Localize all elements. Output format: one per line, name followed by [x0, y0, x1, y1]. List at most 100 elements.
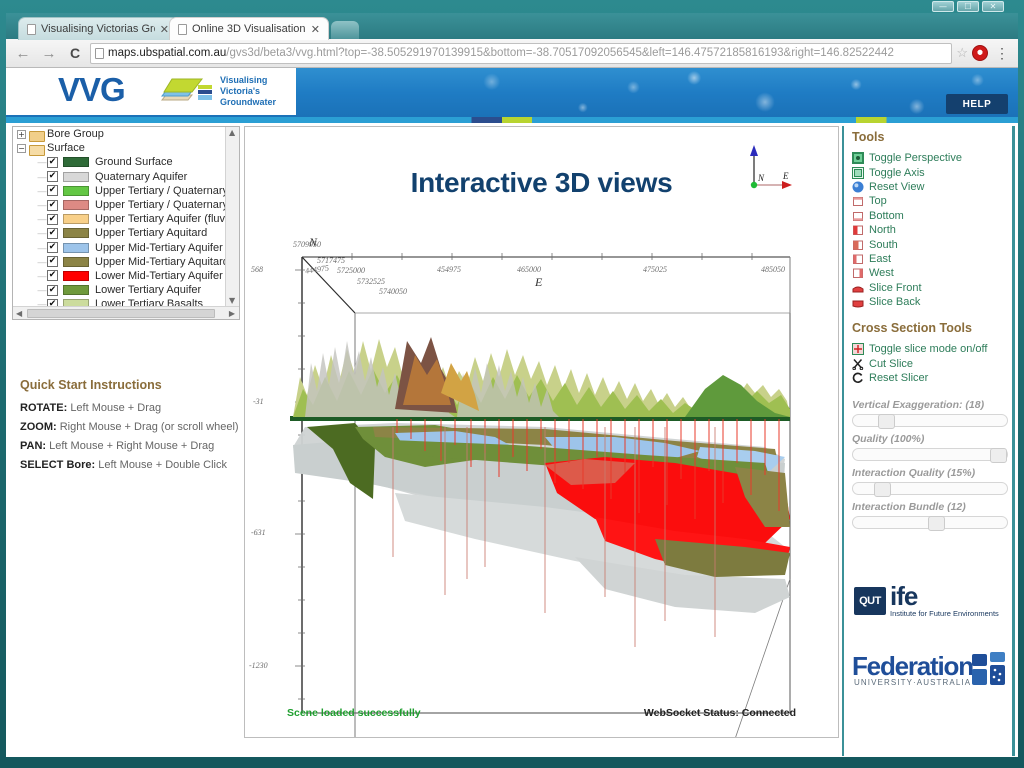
tool-item-top[interactable]: Top [852, 194, 1018, 208]
cross-section-item-cut-slice[interactable]: Cut Slice [852, 357, 1018, 371]
layer-checkbox[interactable]: ✔ [47, 156, 58, 168]
layer-tree-item[interactable]: — ✔ Upper Mid-Tertiary Aquifer [13, 241, 225, 255]
qut-badge: QUT [854, 587, 886, 615]
slider-label: Interaction Bundle (12) [852, 501, 966, 514]
scrollbar-thumb[interactable] [27, 309, 215, 318]
quick-start-value: Right Mouse + Drag (or scroll wheel) [59, 421, 239, 433]
close-button[interactable]: ✕ [982, 1, 1004, 12]
view-north-icon [852, 224, 864, 236]
layer-tree-panel[interactable]: + Bore Group − Surface — ✔ Ground Surface —… [12, 126, 240, 320]
browser-menu-icon[interactable]: ⋮ [992, 45, 1012, 62]
tool-item-east[interactable]: East [852, 252, 1018, 266]
layer-tree-item[interactable]: — ✔ Upper Tertiary / Quaternary A [13, 198, 226, 212]
quick-start-value: Left Mouse + Right Mouse + Drag [49, 440, 215, 452]
tab-close-icon[interactable]: ✕ [160, 23, 169, 36]
layer-checkbox[interactable]: ✔ [47, 242, 58, 254]
quick-start-key: ROTATE: [20, 402, 68, 414]
tool-label: Reset Slicer [869, 372, 929, 385]
scroll-left-icon[interactable]: ◀ [16, 309, 22, 318]
extension-icon[interactable] [972, 45, 988, 61]
tool-item-reset-view[interactable]: Reset View [852, 180, 1018, 194]
tool-label: West [869, 267, 894, 280]
layer-label: Quaternary Aquifer [95, 170, 188, 183]
tool-item-south[interactable]: South [852, 237, 1018, 251]
tool-item-toggle-axis[interactable]: Toggle Axis [852, 165, 1018, 179]
z-tick-label: -1230 [249, 661, 268, 670]
layer-checkbox[interactable]: ✔ [47, 171, 58, 183]
layer-color-swatch [63, 228, 89, 239]
browser-tab-1[interactable]: Online 3D Visualisation To ✕ [169, 17, 329, 40]
viewer-3d[interactable]: Interactive 3D views N E 5709950 5717475… [244, 126, 839, 738]
slider-track[interactable] [852, 414, 1008, 430]
new-tab-button[interactable] [331, 21, 359, 39]
tagline-line-1: Visualising [220, 75, 268, 85]
slider-thumb[interactable] [878, 414, 895, 430]
layer-checkbox[interactable]: ✔ [47, 199, 58, 211]
tree-node-surface[interactable]: − Surface [13, 141, 225, 156]
slider-track[interactable] [852, 482, 1008, 498]
slider-track[interactable] [852, 448, 1008, 464]
cross-section-item-reset-slicer[interactable]: Reset Slicer [852, 371, 1018, 385]
z-tick-label: 568 [251, 265, 263, 274]
x-tick-label: 475025 [643, 265, 667, 274]
reload-icon[interactable]: C [64, 42, 86, 64]
tree-connector-icon: — [37, 157, 47, 168]
layer-tree-item[interactable]: — ✔ Ground Surface [13, 155, 225, 169]
tab-close-icon[interactable]: ✕ [311, 23, 320, 36]
layer-tree-item[interactable]: — ✔ Lower Tertiary Basalts [13, 297, 225, 306]
layer-checkbox[interactable]: ✔ [47, 284, 58, 296]
browser-tab-0[interactable]: Visualising Victorias Grou ✕ [18, 17, 178, 40]
help-button[interactable]: HELP [946, 94, 1008, 114]
slider-thumb[interactable] [928, 516, 945, 532]
layer-checkbox[interactable]: ✔ [47, 270, 58, 282]
layer-checkbox[interactable]: ✔ [47, 185, 58, 197]
tool-item-west[interactable]: West [852, 266, 1018, 280]
tool-item-north[interactable]: North [852, 223, 1018, 237]
layer-tree-item[interactable]: — ✔ Upper Tertiary / Quaternary A [13, 184, 226, 198]
layer-tree-item[interactable]: — ✔ Upper Mid-Tertiary Aquitard [13, 255, 226, 269]
layer-checkbox[interactable]: ✔ [47, 213, 58, 225]
tab-title: Online 3D Visualisation To [192, 23, 306, 35]
slider-track[interactable] [852, 516, 1008, 532]
layer-tree-item[interactable]: — ✔ Lower Mid-Tertiary Aquifer [13, 269, 225, 283]
quick-start-key: SELECT Bore: [20, 459, 96, 471]
layer-tree-vertical-scrollbar[interactable]: ▲ ▼ [225, 127, 239, 306]
back-arrow-icon[interactable]: ← [12, 42, 34, 64]
scroll-right-icon[interactable]: ▶ [229, 309, 235, 318]
tool-item-slice-back[interactable]: Slice Back [852, 295, 1018, 309]
slider-thumb[interactable] [990, 448, 1007, 464]
layer-checkbox[interactable]: ✔ [47, 227, 58, 239]
scroll-down-icon[interactable]: ▼ [229, 296, 235, 305]
quick-start-instructions: Quick Start Instructions ROTATE: Left Mo… [20, 378, 260, 478]
tool-item-toggle-perspective[interactable]: Toggle Perspective [852, 151, 1018, 165]
layer-tree-item[interactable]: — ✔ Lower Tertiary Aquifer [13, 283, 225, 297]
maximize-button[interactable]: ☐ [957, 1, 979, 12]
layer-tree-horizontal-scrollbar[interactable]: ◀ ▶ [13, 306, 239, 319]
sliders-list: Vertical Exaggeration: (18) Quality (100%… [852, 399, 1018, 532]
address-bar[interactable]: maps.ubspatial.com.au/gvs3d/beta3/vvg.ht… [90, 42, 953, 64]
tool-item-slice-front[interactable]: Slice Front [852, 281, 1018, 295]
tree-node-bore-group[interactable]: + Bore Group [13, 127, 225, 142]
expander-plus-icon[interactable]: + [17, 129, 26, 139]
forward-arrow-icon[interactable]: → [38, 42, 60, 64]
tool-item-bottom[interactable]: Bottom [852, 209, 1018, 223]
layer-label: Upper Tertiary Aquifer (fluvial) [95, 213, 225, 226]
federation-university-logo: Federation UNIVERSITY·AUSTRALIA [852, 651, 1017, 699]
scroll-up-icon[interactable]: ▲ [229, 128, 235, 137]
bookmark-star-icon[interactable]: ☆ [956, 45, 968, 61]
expander-minus-icon[interactable]: − [17, 143, 26, 153]
layer-tree-item[interactable]: — ✔ Upper Tertiary Aquitard [13, 226, 225, 240]
layer-tree-item[interactable]: — ✔ Quaternary Aquifer [13, 170, 225, 184]
cross-section-item-toggle-slice-mode-on-off[interactable]: Toggle slice mode on/off [852, 342, 1018, 356]
layer-color-swatch [63, 214, 89, 225]
page-info-icon[interactable] [95, 47, 104, 59]
slider-thumb[interactable] [874, 482, 891, 498]
layer-tree-scroll-area: + Bore Group − Surface — ✔ Ground Surface —… [13, 127, 225, 306]
quick-start-key: PAN: [20, 440, 47, 452]
layer-checkbox[interactable]: ✔ [47, 298, 58, 306]
layer-checkbox[interactable]: ✔ [47, 256, 58, 268]
layer-label: Upper Mid-Tertiary Aquifer [95, 241, 223, 254]
layer-tree-item[interactable]: —✔ Upper Tertiary Aquifer (fluvial) [13, 212, 226, 226]
minimize-button[interactable]: — [932, 1, 954, 12]
slider-label: Interaction Quality (15%) [852, 467, 976, 480]
